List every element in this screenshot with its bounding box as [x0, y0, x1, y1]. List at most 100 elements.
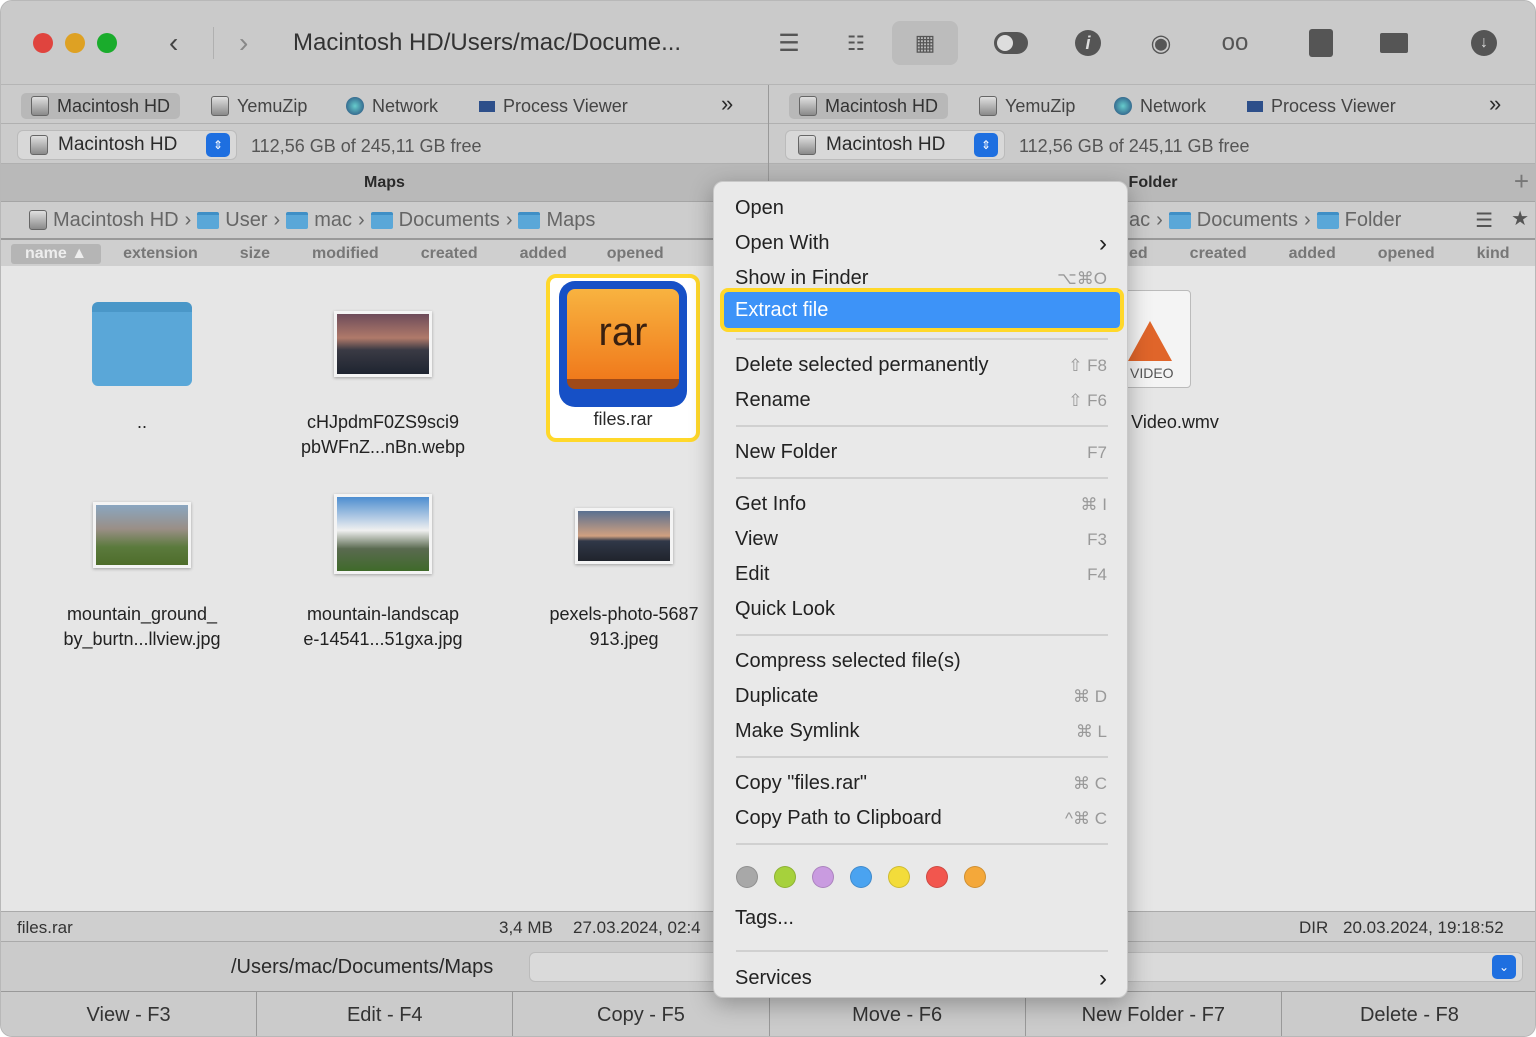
binoculars-icon[interactable]: oo — [1215, 27, 1255, 59]
add-tab-button[interactable]: + — [1514, 166, 1529, 197]
more-bookmarks-button[interactable]: » — [1489, 91, 1501, 117]
star-icon[interactable]: ★ — [1511, 206, 1529, 231]
bookmark-yemuzip[interactable]: YemuZip — [969, 93, 1085, 119]
menu-item-open-with[interactable]: Open With › — [735, 226, 1107, 261]
menu-item-make-symlink[interactable]: Make Symlink ⌘ L — [735, 714, 1107, 749]
bookmark-process-viewer[interactable]: Process Viewer — [1237, 93, 1406, 119]
crumb[interactable]: Documents — [1197, 209, 1298, 232]
minimize-button[interactable] — [65, 33, 85, 53]
forward-button[interactable]: › — [239, 27, 248, 59]
menu-item-new-folder[interactable]: New Folder F7 — [735, 435, 1107, 470]
list-view-icon[interactable]: ☰ — [772, 27, 806, 59]
column-modified[interactable]: ed — [1129, 245, 1148, 263]
video-file-icon[interactable]: VIDEO — [1121, 290, 1191, 388]
column-extension[interactable]: extension — [123, 245, 198, 263]
more-bookmarks-button[interactable]: » — [721, 91, 733, 117]
column-added[interactable]: added — [1289, 245, 1336, 263]
column-name[interactable]: name ▲ — [11, 243, 102, 264]
chevron-right-icon: › — [1099, 964, 1107, 992]
folder-icon — [197, 211, 220, 229]
bookmark-macintosh-hd[interactable]: Macintosh HD — [789, 93, 949, 119]
crumb[interactable]: Folder — [1345, 209, 1402, 232]
copy-button[interactable]: Copy - F5 — [513, 992, 770, 1036]
menu-item-get-info[interactable]: Get Info ⌘ I — [735, 487, 1107, 522]
back-button[interactable]: ‹ — [169, 27, 178, 59]
file-manager-window: ‹ › Macintosh HD/Users/mac/Docume... ☰ ☷… — [0, 0, 1536, 1037]
bookmark-macintosh-hd[interactable]: Macintosh HD — [21, 93, 181, 119]
list-icon[interactable]: ☰ — [1475, 208, 1493, 233]
bookmark-network[interactable]: Network — [1104, 93, 1216, 119]
column-size[interactable]: size — [240, 245, 270, 263]
move-button[interactable]: Move - F6 — [770, 992, 1026, 1036]
name-line: mountain-landscap — [306, 604, 460, 624]
close-button[interactable] — [33, 33, 53, 53]
crumb[interactable]: User — [225, 209, 267, 232]
crumb[interactable]: Macintosh HD — [53, 209, 179, 232]
column-created[interactable]: created — [1190, 245, 1247, 263]
bookmark-label: Network — [372, 95, 439, 116]
drive-bar: Macintosh HD ⇕ 112,56 GB of 245,11 GB fre… — [1, 124, 768, 164]
tag-color-dot[interactable] — [850, 866, 872, 888]
menu-item-extract-file[interactable]: Extract file — [720, 288, 1124, 332]
network-drive-icon[interactable] — [1377, 27, 1411, 59]
info-icon[interactable]: i — [1071, 27, 1105, 59]
tag-color-dot[interactable] — [774, 866, 796, 888]
image-thumbnail[interactable] — [334, 311, 432, 377]
toggle-icon[interactable] — [994, 27, 1028, 59]
menu-shortcut: ⌘ D — [1073, 686, 1107, 706]
status-size: 3,4 MB — [499, 918, 553, 937]
detail-list-view-icon[interactable]: ☷ — [839, 27, 873, 59]
crumb[interactable]: Documents — [399, 209, 500, 232]
bookmark-yemuzip[interactable]: YemuZip — [201, 93, 317, 119]
tag-color-dot[interactable] — [888, 866, 910, 888]
file-item-selected[interactable]: rar files.rar — [546, 274, 700, 442]
bookmark-process-viewer[interactable]: Process Viewer — [469, 93, 638, 119]
menu-item-rename[interactable]: Rename ⇧ F6 — [735, 383, 1107, 418]
tag-color-dot[interactable] — [964, 866, 986, 888]
column-added[interactable]: added — [520, 245, 567, 263]
menu-item-delete-selected-permanently[interactable]: Delete selected permanently ⇧ F8 — [735, 348, 1107, 383]
tag-color-dot[interactable] — [812, 866, 834, 888]
tag-color-dot[interactable] — [926, 866, 948, 888]
menu-item-tags[interactable]: Tags... — [735, 901, 1107, 936]
edit-button[interactable]: Edit - F4 — [257, 992, 514, 1036]
column-opened[interactable]: opened — [1378, 245, 1435, 263]
image-thumbnail[interactable] — [575, 508, 673, 564]
column-modified[interactable]: modified — [312, 245, 379, 263]
grid-view-icon[interactable]: ▦ — [892, 21, 958, 65]
menu-item-open[interactable]: Open — [735, 191, 1107, 226]
view-button[interactable]: View - F3 — [1, 992, 258, 1036]
menu-shortcut: ⇧ F6 — [1068, 390, 1107, 410]
eye-icon[interactable]: ◉ — [1144, 27, 1178, 59]
menu-item-services[interactable]: Services › — [735, 961, 1107, 996]
menu-separator — [736, 950, 1108, 952]
zoom-button[interactable] — [97, 33, 117, 53]
chevron-updown-icon: ⇕ — [206, 133, 230, 157]
crumb[interactable]: Maps — [546, 209, 595, 232]
archive-icon[interactable] — [1304, 27, 1338, 59]
crumb[interactable]: ac — [1129, 209, 1150, 232]
column-created[interactable]: created — [421, 245, 478, 263]
menu-item-view[interactable]: View F3 — [735, 522, 1107, 557]
delete-button[interactable]: Delete - F8 — [1282, 992, 1535, 1036]
drive-selector[interactable]: Macintosh HD ⇕ — [785, 130, 1005, 160]
file-item-parent[interactable] — [92, 302, 192, 388]
image-thumbnail[interactable] — [334, 494, 432, 574]
menu-item-edit[interactable]: Edit F4 — [735, 557, 1107, 592]
menu-item-copy-path-to-clipboard[interactable]: Copy Path to Clipboard ^⌘ C — [735, 801, 1107, 836]
menu-item-quick-look[interactable]: Quick Look — [735, 592, 1107, 627]
column-kind[interactable]: kind — [1477, 245, 1510, 263]
menu-item-show-in-finder[interactable]: Show in Finder ⌥⌘O — [735, 261, 1107, 296]
new-folder-button[interactable]: New Folder - F7 — [1026, 992, 1282, 1036]
download-icon[interactable]: ↓ — [1467, 27, 1501, 59]
menu-item-duplicate[interactable]: Duplicate ⌘ D — [735, 679, 1107, 714]
drive-selector[interactable]: Macintosh HD ⇕ — [17, 130, 237, 160]
column-opened[interactable]: opened — [607, 245, 664, 263]
chevron-down-icon[interactable]: ⌄ — [1492, 955, 1516, 979]
bookmark-network[interactable]: Network — [336, 93, 448, 119]
menu-item-compress-selected-file-s[interactable]: Compress selected file(s) — [735, 644, 1107, 679]
image-thumbnail[interactable] — [93, 502, 191, 568]
tag-color-dot[interactable] — [736, 866, 758, 888]
menu-item-copy-files-rar[interactable]: Copy "files.rar" ⌘ C — [735, 766, 1107, 801]
crumb[interactable]: mac — [314, 209, 352, 232]
